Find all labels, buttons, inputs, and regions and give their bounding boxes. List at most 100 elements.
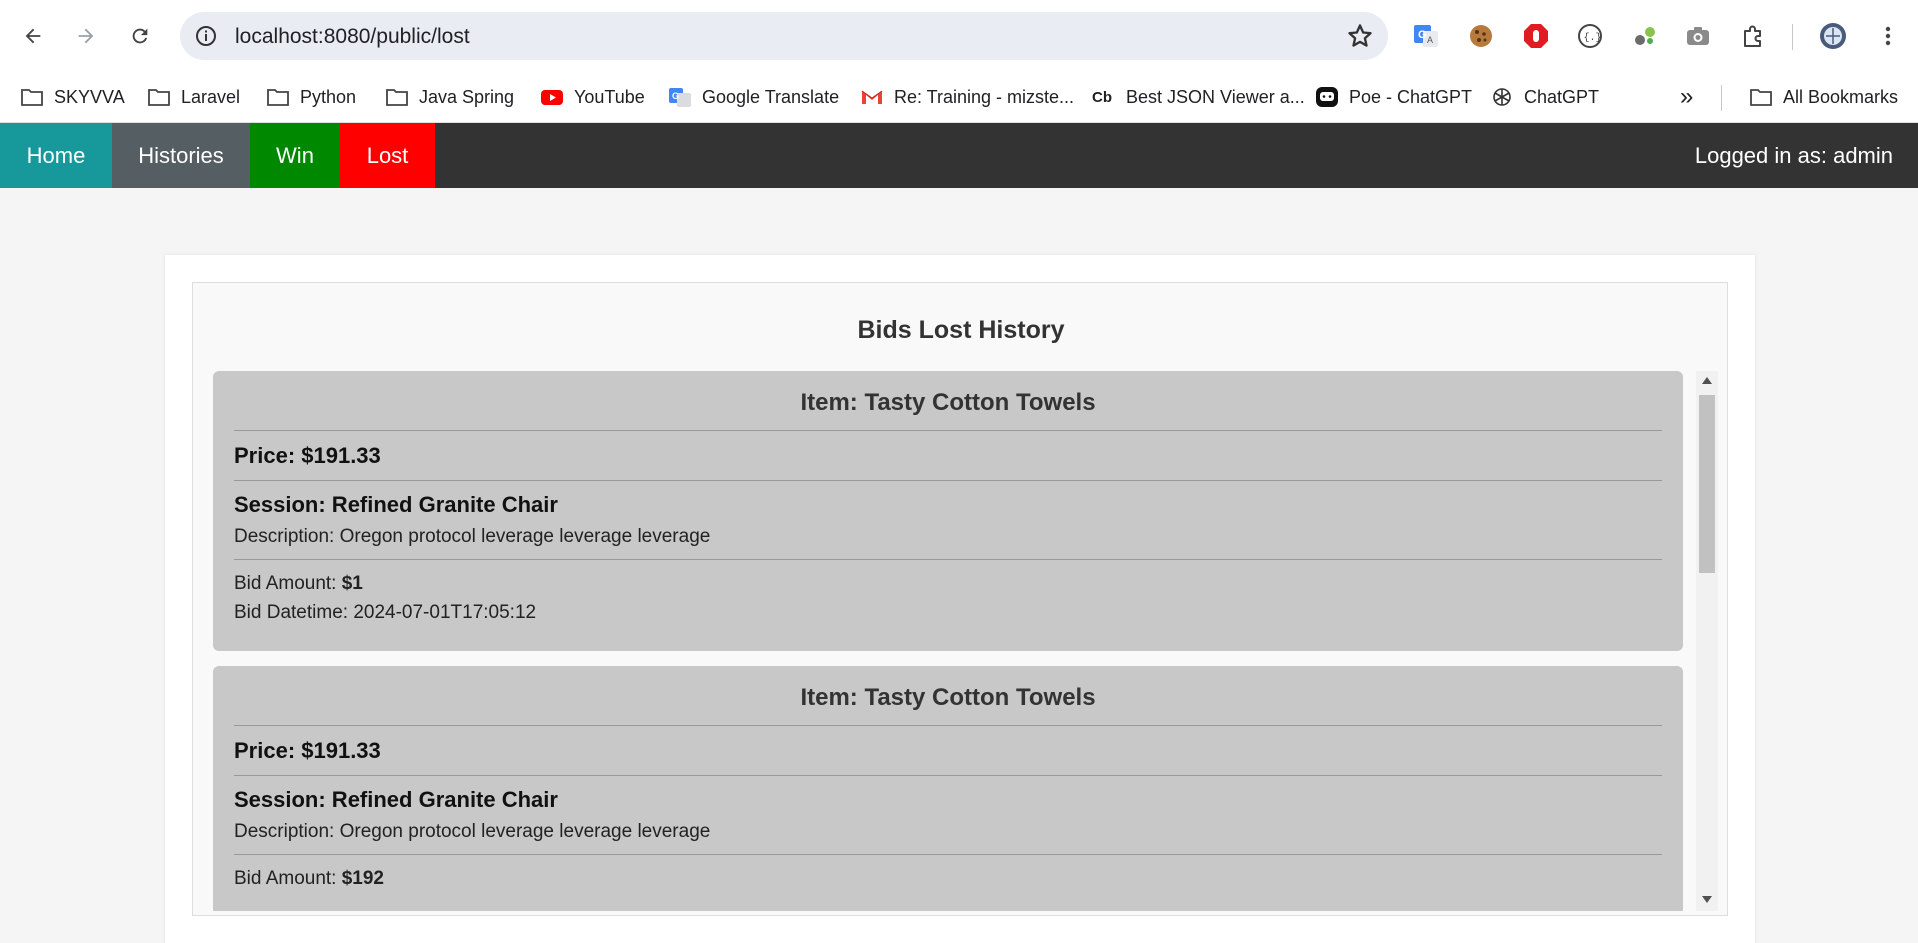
extensions-button[interactable]	[1737, 20, 1769, 52]
arrow-right-icon	[78, 28, 94, 44]
bookmark-gmail[interactable]: Re: Training - mizste...	[860, 80, 1074, 114]
bookmark-java-spring[interactable]: Java Spring	[385, 80, 514, 114]
chevron-double-right-icon: »	[1680, 83, 1694, 110]
bids-lost-panel: Bids Lost History Item: Tasty Cotton Tow…	[192, 282, 1728, 916]
address-bar[interactable]: localhost:8080/public/lost	[180, 12, 1388, 60]
bookmark-skyvva[interactable]: SKYVVA	[20, 80, 125, 114]
dev-extension[interactable]	[1629, 20, 1661, 52]
bid-description: Description: Oregon protocol leverage le…	[234, 821, 711, 842]
scroll-up-arrow-icon[interactable]	[1702, 377, 1712, 384]
bid-amount: Bid Amount: $1	[234, 573, 363, 595]
chatgpt-icon	[1493, 88, 1511, 106]
nav-histories[interactable]: Histories	[112, 123, 250, 188]
nav-home[interactable]: Home	[0, 123, 112, 188]
json-braces-icon: {.}	[1578, 24, 1602, 48]
forward-button[interactable]	[68, 18, 104, 54]
bookmark-json-viewer[interactable]: Cb Best JSON Viewer a...	[1092, 80, 1305, 114]
bookmark-label: Laravel	[181, 86, 241, 107]
bids-scrollbar[interactable]	[1696, 371, 1718, 911]
svg-text:A: A	[1427, 35, 1433, 45]
bid-session: Session: Refined Granite Chair	[234, 492, 558, 517]
google-translate-icon: G	[669, 88, 691, 107]
bid-price: Price: $191.33	[234, 443, 381, 468]
bookmark-star-icon[interactable]	[1346, 22, 1374, 50]
bid-amount-label: Bid Amount:	[234, 573, 342, 594]
bookmark-google-translate[interactable]: G Google Translate	[668, 80, 839, 114]
bookmark-python[interactable]: Python	[266, 80, 356, 114]
all-bookmarks-label: All Bookmarks	[1783, 86, 1899, 107]
divider	[234, 775, 1662, 776]
bookmark-label: Python	[300, 86, 357, 107]
google-translate-icon: GA	[1414, 25, 1438, 47]
folder-icon	[148, 89, 170, 106]
bookmark-label: Re: Training - mizste...	[894, 86, 1075, 107]
bid-price: Price: $191.33	[234, 738, 381, 763]
cookie-icon	[1470, 25, 1492, 47]
divider	[234, 559, 1662, 560]
divider	[234, 854, 1662, 855]
bid-item-name: Item: Tasty Cotton Towels	[800, 389, 1096, 416]
bid-session: Session: Refined Granite Chair	[234, 787, 558, 812]
url-text[interactable]: localhost:8080/public/lost	[235, 25, 470, 49]
bid-item-name: Item: Tasty Cotton Towels	[800, 684, 1096, 711]
puzzle-icon	[1744, 25, 1761, 47]
bookmark-label: Best JSON Viewer a...	[1126, 86, 1305, 107]
cb-icon: Cb	[1092, 88, 1112, 106]
bookmark-label: Google Translate	[702, 86, 840, 107]
divider	[234, 480, 1662, 481]
bookmarks-overflow-button[interactable]: »	[1680, 80, 1693, 114]
divider	[234, 725, 1662, 726]
svg-text:G: G	[1418, 29, 1427, 41]
google-translate-extension[interactable]: GA	[1410, 20, 1442, 52]
bookmark-youtube[interactable]: YouTube	[540, 80, 645, 114]
divider	[234, 430, 1662, 431]
bookmark-label: Java Spring	[419, 86, 515, 107]
scrollbar-thumb[interactable]	[1699, 395, 1715, 573]
bid-card: Item: Tasty Cotton Towels Price: $191.33…	[213, 666, 1683, 911]
bookmark-label: ChatGPT	[1524, 86, 1600, 107]
kebab-menu-icon	[1885, 26, 1891, 46]
site-info-icon[interactable]	[194, 24, 218, 48]
bookmark-label: Poe - ChatGPT	[1349, 86, 1473, 107]
reload-button[interactable]	[122, 18, 158, 54]
bookmark-laravel[interactable]: Laravel	[147, 80, 240, 114]
folder-icon	[267, 89, 289, 106]
folder-icon	[386, 89, 408, 106]
bookmark-label: YouTube	[574, 86, 645, 107]
stop-hand-icon	[1524, 24, 1548, 48]
avatar-icon	[1820, 23, 1846, 49]
bid-amount-value: $192	[341, 868, 385, 889]
bookmark-chatgpt[interactable]: ChatGPT	[1490, 80, 1599, 114]
toolbar-divider	[1792, 24, 1793, 50]
reload-icon	[132, 28, 148, 44]
scroll-down-arrow-icon[interactable]	[1702, 896, 1712, 903]
nav-win[interactable]: Win	[250, 123, 340, 188]
profile-avatar[interactable]	[1817, 20, 1849, 52]
site-navbar: Home Histories Win Lost Logged in as: ad…	[0, 123, 1918, 188]
adblock-extension[interactable]	[1520, 20, 1552, 52]
puzzle-green-icon	[1635, 27, 1655, 45]
folder-icon	[21, 89, 43, 106]
back-button[interactable]	[15, 18, 51, 54]
bookmarks-bar: SKYVVA Laravel Python Java Spring YouTub…	[0, 73, 1918, 123]
bid-card: Item: Tasty Cotton Towels Price: $191.33…	[213, 371, 1683, 651]
youtube-icon	[541, 90, 563, 105]
gmail-icon	[861, 90, 883, 104]
bookmark-poe[interactable]: Poe - ChatGPT	[1315, 80, 1472, 114]
screenshot-extension[interactable]	[1682, 20, 1714, 52]
bookmark-label: SKYVVA	[54, 86, 125, 107]
bookmarks-divider	[1721, 85, 1722, 111]
nav-lost[interactable]: Lost	[340, 123, 435, 188]
cookie-extension[interactable]	[1465, 20, 1497, 52]
browser-toolbar: localhost:8080/public/lost GA {.}	[0, 0, 1918, 73]
svg-text:{.}: {.}	[1584, 32, 1602, 44]
json-extension[interactable]: {.}	[1574, 20, 1606, 52]
page-title: Bids Lost History	[857, 316, 1065, 344]
bids-list[interactable]: Item: Tasty Cotton Towels Price: $191.33…	[213, 371, 1713, 911]
browser-menu-button[interactable]	[1872, 20, 1904, 52]
bid-amount-label: Bid Amount:	[234, 868, 342, 889]
all-bookmarks-button[interactable]: All Bookmarks	[1749, 80, 1898, 114]
folder-icon	[1750, 89, 1772, 106]
bid-datetime: Bid Datetime: 2024-07-01T17:05:12	[234, 602, 537, 623]
bid-description: Description: Oregon protocol leverage le…	[234, 526, 711, 547]
